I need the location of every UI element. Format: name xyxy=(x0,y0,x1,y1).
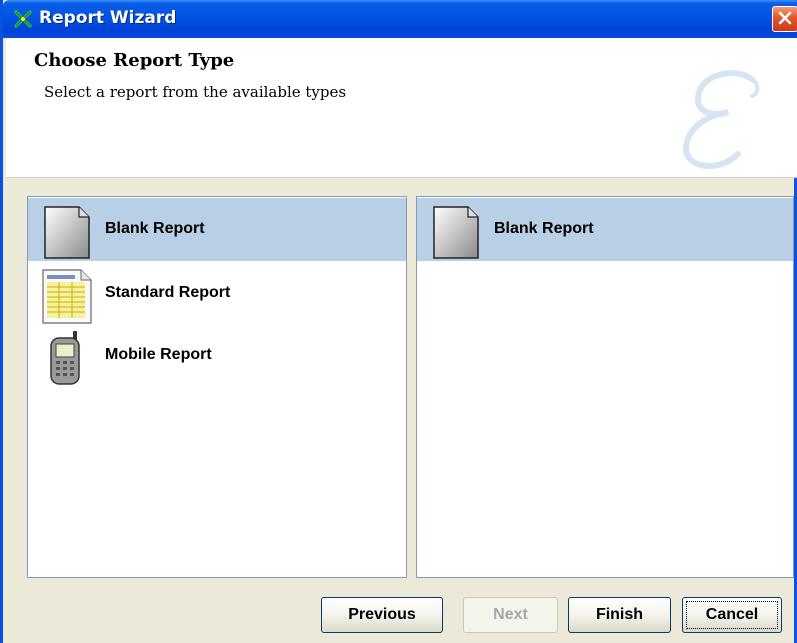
close-icon xyxy=(778,10,792,29)
list-item-blank-report[interactable]: Blank Report xyxy=(28,198,406,261)
next-button[interactable]: Next xyxy=(463,597,558,633)
list-item-mobile-report[interactable]: Mobile Report xyxy=(28,324,406,387)
cancel-button[interactable]: Cancel xyxy=(682,597,782,633)
blank-report-icon xyxy=(430,204,482,260)
page-title: Choose Report Type xyxy=(34,50,235,71)
list-item-label: Standard Report xyxy=(105,284,231,301)
previous-button-label: Previous xyxy=(348,606,416,623)
list-item-label: Blank Report xyxy=(494,220,594,237)
previous-button[interactable]: Previous xyxy=(321,597,443,633)
wizard-icon xyxy=(13,9,33,29)
script-e-watermark-icon xyxy=(658,62,778,177)
next-button-label: Next xyxy=(493,606,528,623)
report-wizard-window: Report Wizard Choose Report Type Select … xyxy=(0,0,797,643)
finish-button-label: Finish xyxy=(595,606,644,623)
blank-report-icon xyxy=(41,204,93,260)
title-bar[interactable]: Report Wizard xyxy=(3,0,797,38)
list-item-standard-report[interactable]: Standard Report xyxy=(28,262,406,325)
report-preview-list[interactable]: Blank Report xyxy=(416,196,794,578)
mobile-report-icon xyxy=(41,330,93,386)
list-item-blank-report[interactable]: Blank Report xyxy=(417,198,793,261)
list-item-label: Blank Report xyxy=(105,220,205,237)
page-subtitle: Select a report from the available types xyxy=(44,83,347,101)
standard-report-icon xyxy=(41,268,93,324)
cancel-button-label: Cancel xyxy=(705,606,759,623)
window-title: Report Wizard xyxy=(39,8,177,28)
report-type-list[interactable]: Blank Report Standard Report Mobile Repo… xyxy=(27,196,407,578)
finish-button[interactable]: Finish xyxy=(568,597,671,633)
list-item-label: Mobile Report xyxy=(105,346,212,363)
close-button[interactable] xyxy=(772,6,797,32)
